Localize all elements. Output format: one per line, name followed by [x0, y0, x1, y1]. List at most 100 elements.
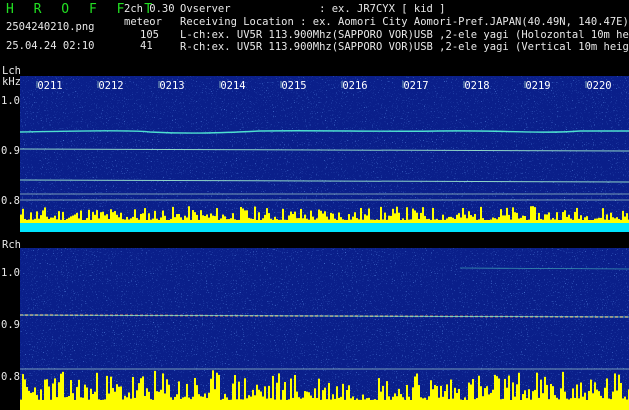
- activity-bar: [380, 206, 382, 223]
- activity-bar: [516, 384, 518, 410]
- activity-bar: [22, 374, 24, 410]
- activity-bar: [478, 219, 480, 223]
- activity-bar: [458, 213, 460, 223]
- activity-bar: [300, 208, 302, 223]
- activity-bar: [26, 219, 28, 223]
- activity-bar: [74, 399, 76, 410]
- activity-bar: [320, 399, 322, 410]
- activity-bar: [308, 392, 310, 410]
- activity-bar: [618, 374, 620, 410]
- activity-bar: [262, 218, 264, 223]
- activity-bar: [496, 376, 498, 410]
- activity-bar: [530, 399, 532, 410]
- activity-bar: [166, 379, 168, 410]
- activity-bar: [216, 208, 218, 223]
- activity-bar: [500, 399, 502, 410]
- activity-bar: [184, 396, 186, 410]
- activity-bar: [204, 393, 206, 410]
- activity-bar: [208, 392, 210, 410]
- activity-bar: [528, 219, 530, 223]
- activity-bar: [468, 382, 470, 410]
- activity-bar: [398, 212, 400, 223]
- activity-bar: [304, 214, 306, 223]
- activity-bar: [22, 208, 24, 223]
- activity-bar: [396, 396, 398, 410]
- activity-bar: [354, 399, 356, 410]
- activity-bar: [336, 219, 338, 223]
- activity-bar: [374, 399, 376, 410]
- activity-bar: [94, 214, 96, 223]
- activity-bar: [122, 219, 124, 223]
- activity-bar: [176, 394, 178, 410]
- activity-bar: [446, 218, 448, 223]
- activity-bar: [360, 208, 362, 223]
- activity-bar: [172, 206, 174, 223]
- activity-bar: [128, 219, 130, 223]
- activity-bar: [140, 378, 142, 410]
- rch-ylabel-1.0: 1.0: [1, 267, 20, 279]
- activity-bar: [542, 393, 544, 410]
- activity-bar: [24, 379, 26, 410]
- activity-bar: [436, 218, 438, 223]
- activity-bar: [234, 375, 236, 410]
- activity-bar: [596, 389, 598, 410]
- activity-bar: [542, 219, 544, 223]
- activity-bar: [254, 206, 256, 223]
- activity-bar: [570, 218, 572, 223]
- activity-bar: [182, 397, 184, 410]
- activity-bar: [620, 382, 622, 410]
- time-label-0218: 0218: [464, 80, 489, 92]
- activity-bar: [194, 377, 196, 410]
- activity-bar: [298, 397, 300, 410]
- activity-bar: [480, 386, 482, 410]
- activity-bar: [248, 395, 250, 410]
- activity-bar: [326, 399, 328, 410]
- activity-bar: [180, 217, 182, 223]
- activity-bar: [546, 384, 548, 410]
- activity-bar: [536, 219, 538, 223]
- activity-bar: [172, 399, 174, 410]
- activity-bar: [314, 388, 316, 410]
- activity-bar: [342, 219, 344, 223]
- activity-bar: [256, 384, 258, 410]
- activity-bar: [596, 218, 598, 223]
- activity-bar: [178, 213, 180, 223]
- activity-bar: [470, 215, 472, 223]
- activity-bar: [98, 218, 100, 223]
- activity-bar: [90, 219, 92, 223]
- activity-bar: [142, 376, 144, 410]
- meteor-count-lch: 105: [140, 29, 159, 41]
- meteor-label: meteor: [124, 16, 162, 28]
- activity-bar: [150, 219, 152, 223]
- activity-bar: [428, 218, 430, 223]
- activity-bar: [218, 374, 220, 410]
- activity-bar: [72, 393, 74, 410]
- activity-bar: [264, 214, 266, 223]
- activity-bar: [36, 211, 38, 223]
- activity-bar: [568, 399, 570, 410]
- activity-bar: [404, 219, 406, 223]
- activity-bar: [404, 399, 406, 410]
- activity-bar: [424, 397, 426, 410]
- activity-bar: [334, 398, 336, 410]
- activity-bar: [100, 212, 102, 223]
- activity-bar: [32, 392, 34, 410]
- activity-bar: [406, 384, 408, 410]
- activity-bar: [598, 391, 600, 410]
- activity-bar: [70, 216, 72, 223]
- activity-bar: [580, 382, 582, 410]
- mode-label: 2ch 0.30: [124, 3, 175, 15]
- activity-bar: [24, 219, 26, 223]
- activity-bar: [590, 219, 592, 223]
- activity-bar: [208, 217, 210, 223]
- activity-bar: [422, 398, 424, 410]
- location-info: Receiving Location : ex. Aomori City Aom…: [180, 16, 629, 28]
- activity-bar: [524, 390, 526, 410]
- activity-bar: [590, 379, 592, 410]
- activity-bar: [266, 208, 268, 223]
- activity-bar: [78, 379, 80, 410]
- activity-bar: [370, 399, 372, 410]
- activity-bar: [386, 381, 388, 410]
- activity-bar: [214, 216, 216, 223]
- activity-bar: [592, 393, 594, 410]
